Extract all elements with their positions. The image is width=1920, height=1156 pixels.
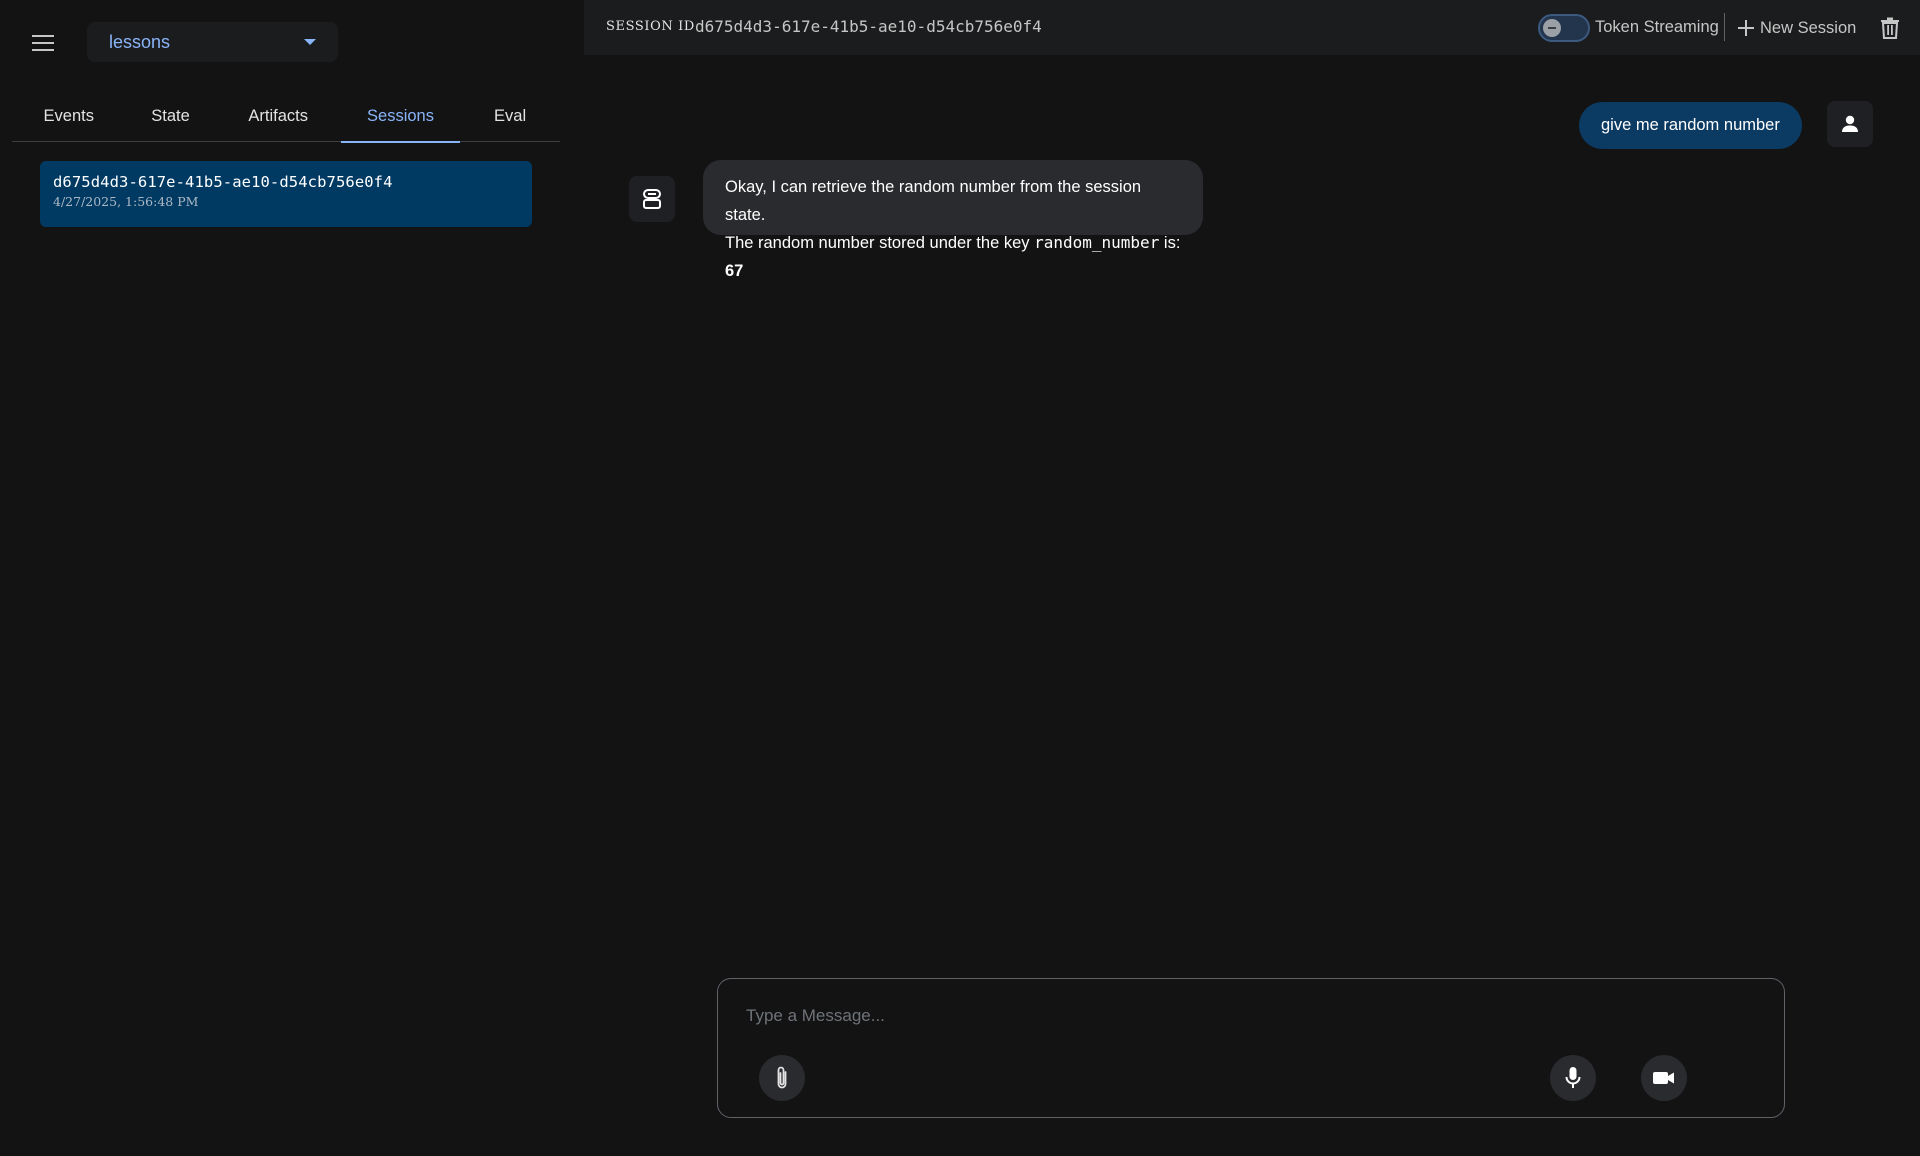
bot-message-bubble: Okay, I can retrieve the random number f… — [703, 160, 1203, 280]
bot-message-line-2: The random number stored under the key r… — [725, 229, 1181, 285]
session-item-date: 4/27/2025, 1:56:48 PM — [53, 194, 199, 209]
mic-button[interactable] — [1550, 1055, 1596, 1101]
bot-text: is: — [1159, 234, 1181, 252]
tab-label: Events — [43, 106, 94, 125]
bot-text: The random number stored under the key — [725, 234, 1035, 252]
tab-label: Eval — [494, 106, 527, 125]
new-session-label: New Session — [1760, 18, 1857, 37]
bot-avatar — [629, 176, 675, 222]
attach-button[interactable] — [759, 1055, 805, 1101]
tab-sessions[interactable]: Sessions — [340, 90, 461, 143]
user-message-bubble: give me random number — [1579, 102, 1802, 149]
tab-label: Artifacts — [248, 106, 308, 125]
app-select-dropdown[interactable]: lessons — [87, 22, 338, 62]
bot-icon — [643, 189, 661, 209]
side-panel: lessons Events State Artifacts Sessions … — [0, 0, 582, 1156]
session-item-id: d675d4d3-617e-41b5-ae10-d54cb756e0f4 — [53, 173, 393, 191]
tab-label: State — [151, 106, 190, 125]
mic-icon — [1565, 1067, 1581, 1088]
attach-icon — [777, 1066, 787, 1089]
app-select-value: lessons — [109, 31, 171, 52]
video-button[interactable] — [1641, 1055, 1687, 1101]
bot-message-line-1: Okay, I can retrieve the random number f… — [725, 178, 1142, 224]
dropdown-caret-icon — [304, 39, 316, 45]
user-avatar — [1827, 101, 1873, 147]
toggle-knob — [1543, 19, 1561, 37]
message-input[interactable] — [746, 1001, 1746, 1031]
session-id-label: SESSION ID — [606, 19, 695, 34]
bot-bold-value: 67 — [725, 262, 744, 280]
bot-inline-code: random_number — [1034, 233, 1160, 252]
trash-icon — [1881, 17, 1899, 39]
tab-label: Sessions — [367, 106, 434, 125]
session-id-value: d675d4d3-617e-41b5-ae10-d54cb756e0f4 — [695, 17, 1042, 36]
tab-state[interactable]: State — [126, 90, 216, 142]
token-streaming-toggle[interactable] — [1538, 14, 1590, 42]
token-streaming-label: Token Streaming — [1595, 18, 1719, 36]
new-session-button[interactable]: New Session — [1738, 13, 1856, 43]
user-message-text: give me random number — [1601, 116, 1780, 134]
panel-tabs: Events State Artifacts Sessions Eval — [12, 90, 560, 143]
videocam-icon — [1653, 1072, 1674, 1084]
plus-icon — [1738, 20, 1754, 36]
person-icon — [1842, 115, 1858, 132]
top-toolbar: SESSION ID d675d4d3-617e-41b5-ae10-d54cb… — [584, 0, 1920, 55]
delete-session-button[interactable] — [1876, 14, 1904, 42]
menu-icon[interactable] — [24, 24, 62, 62]
message-composer — [717, 978, 1785, 1118]
chat-main: SESSION ID d675d4d3-617e-41b5-ae10-d54cb… — [584, 0, 1920, 1156]
app-root: lessons Events State Artifacts Sessions … — [0, 0, 1920, 1156]
session-list-item[interactable]: d675d4d3-617e-41b5-ae10-d54cb756e0f4 4/2… — [40, 161, 532, 227]
tab-eval[interactable]: Eval — [460, 90, 560, 142]
tab-events[interactable]: Events — [12, 90, 126, 142]
toolbar-divider — [1724, 13, 1725, 41]
tab-artifacts[interactable]: Artifacts — [216, 90, 341, 142]
